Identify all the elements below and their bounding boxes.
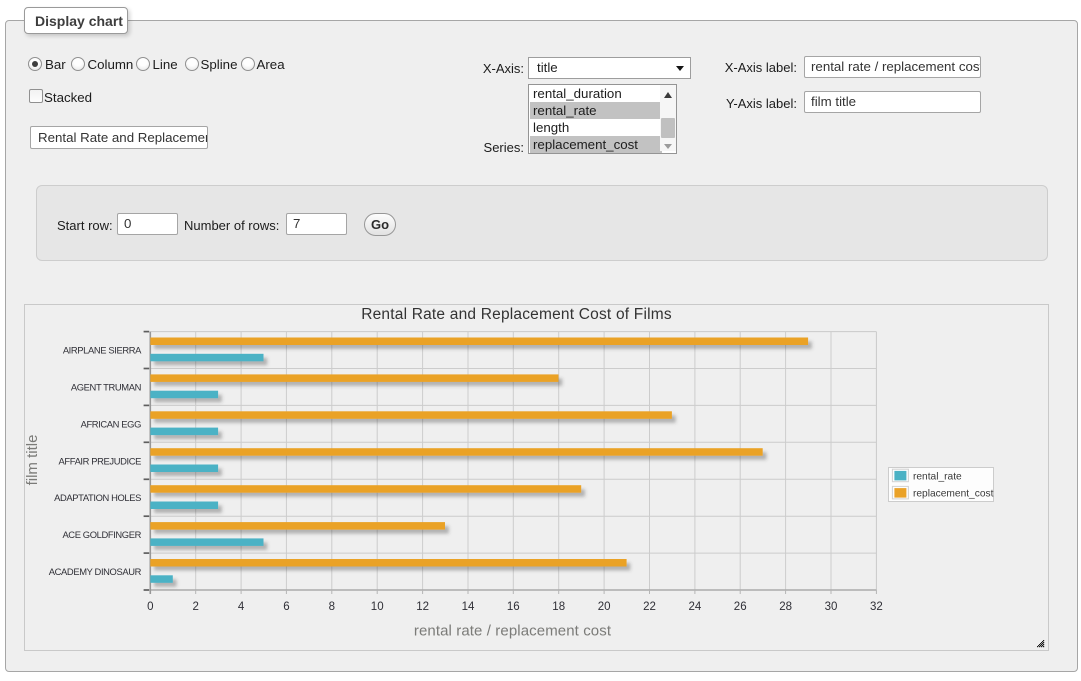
svg-text:AIRPLANE SIERRA: AIRPLANE SIERRA	[63, 345, 142, 356]
svg-text:6: 6	[283, 601, 289, 613]
svg-text:4: 4	[238, 601, 245, 613]
svg-text:26: 26	[734, 601, 747, 613]
svg-text:ACADEMY DINOSAUR: ACADEMY DINOSAUR	[49, 566, 142, 577]
svg-text:18: 18	[552, 601, 565, 613]
svg-text:replacement_cost: replacement_cost	[913, 489, 994, 500]
svg-text:28: 28	[779, 601, 792, 613]
svg-text:rental rate / replacement cost: rental rate / replacement cost	[414, 623, 612, 640]
svg-text:22: 22	[643, 601, 656, 613]
svg-text:16: 16	[507, 601, 520, 613]
svg-text:ADAPTATION HOLES: ADAPTATION HOLES	[54, 492, 141, 503]
svg-text:10: 10	[371, 601, 384, 613]
svg-text:20: 20	[598, 601, 611, 613]
svg-text:ACE GOLDFINGER: ACE GOLDFINGER	[62, 529, 141, 540]
svg-text:2: 2	[192, 601, 198, 613]
svg-text:8: 8	[329, 601, 335, 613]
svg-text:0: 0	[147, 601, 153, 613]
svg-text:rental_rate: rental_rate	[913, 472, 962, 483]
svg-text:AFFAIR PREJUDICE: AFFAIR PREJUDICE	[59, 455, 142, 466]
svg-text:30: 30	[825, 601, 838, 613]
svg-text:12: 12	[416, 601, 429, 613]
svg-text:film title: film title	[24, 435, 41, 486]
svg-text:AGENT TRUMAN: AGENT TRUMAN	[71, 382, 141, 393]
svg-text:14: 14	[462, 601, 475, 613]
svg-text:32: 32	[870, 601, 883, 613]
svg-text:AFRICAN EGG: AFRICAN EGG	[81, 418, 141, 429]
svg-text:24: 24	[689, 601, 702, 613]
svg-text:Rental Rate and Replacement Co: Rental Rate and Replacement Cost of Film…	[361, 306, 672, 323]
